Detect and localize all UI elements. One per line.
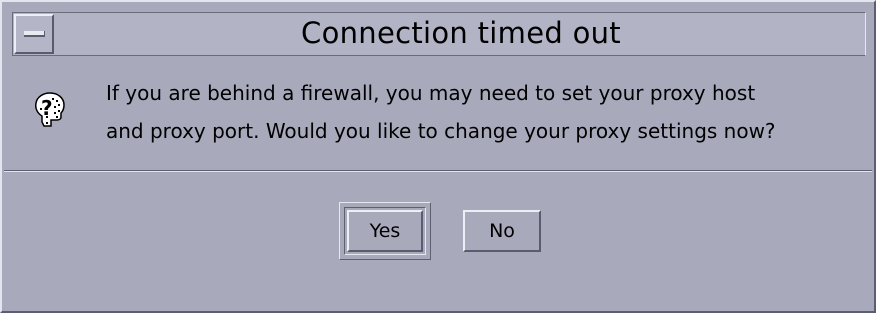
window-menu-button[interactable]: [14, 14, 54, 54]
message-line: If you are behind a firewall, you may ne…: [106, 81, 756, 105]
window-title: Connection timed out: [301, 16, 621, 50]
svg-text:?: ?: [41, 96, 53, 120]
dialog-message: If you are behind a firewall, you may ne…: [106, 74, 866, 150]
question-icon: ?: [35, 92, 65, 127]
dialog-window: Connection timed out ? If you are behind…: [0, 0, 876, 313]
yes-button[interactable]: Yes: [347, 210, 423, 252]
title-bar[interactable]: Connection timed out: [12, 12, 866, 56]
window-menu-icon: [24, 31, 45, 37]
no-button[interactable]: No: [463, 210, 541, 252]
message-line: and proxy port. Would you like to change…: [106, 119, 776, 143]
separator: [4, 170, 872, 172]
